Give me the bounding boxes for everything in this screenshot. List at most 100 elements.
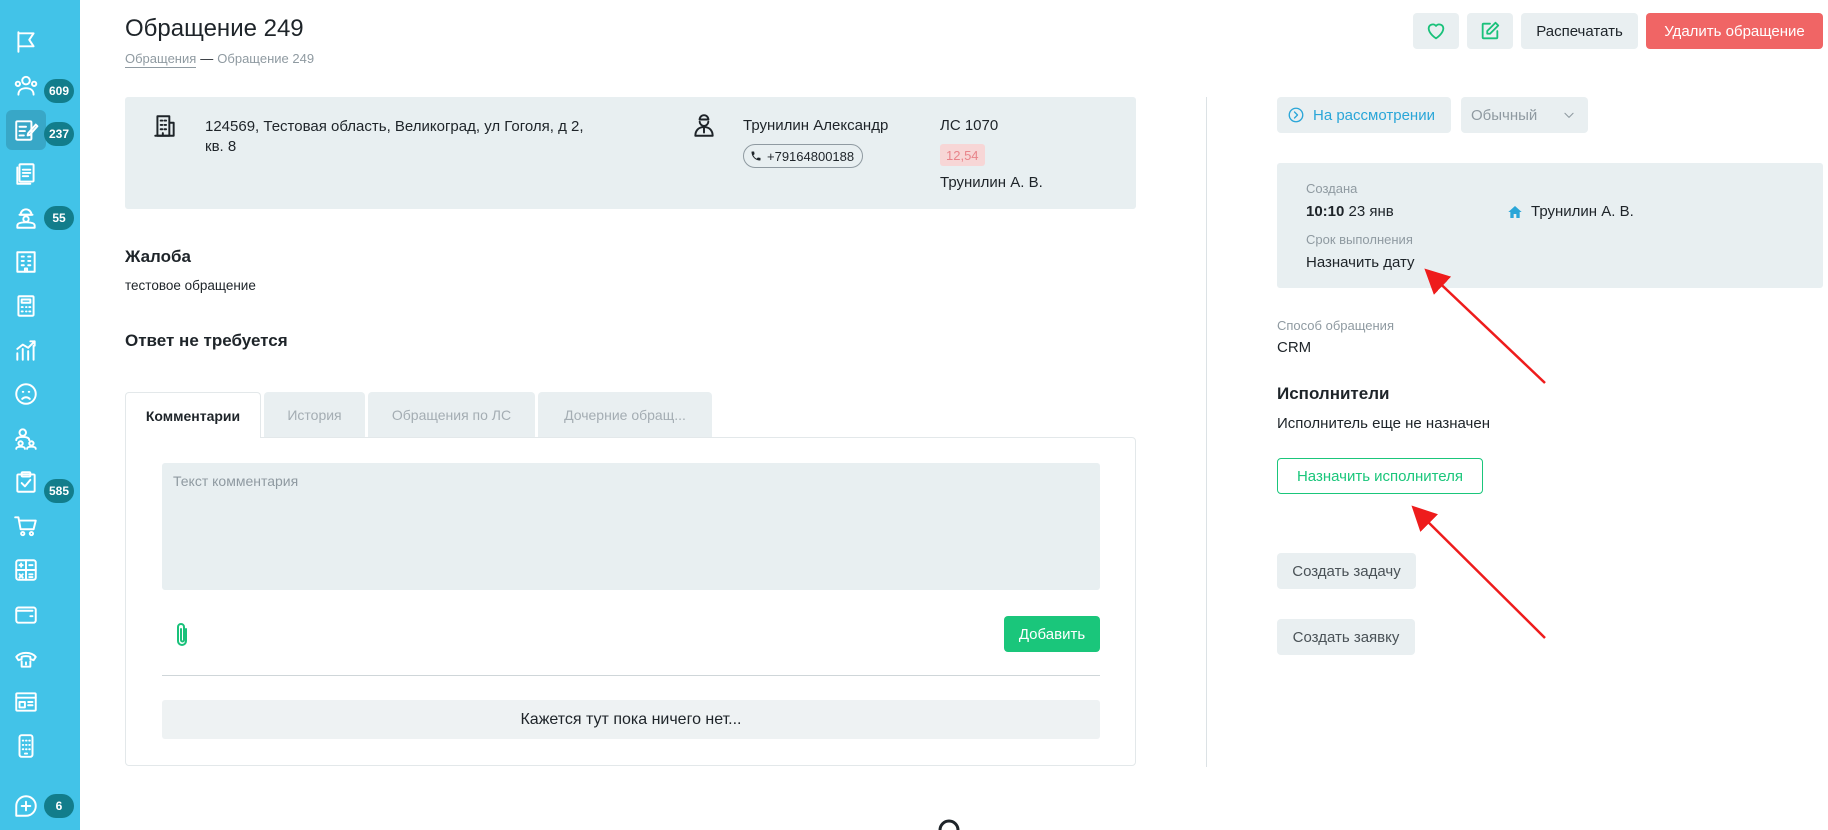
channel-value: CRM xyxy=(1277,339,1312,356)
address-text: 124569, Тестовая область, Великоград, ул… xyxy=(205,118,584,155)
favorite-button[interactable] xyxy=(1413,13,1459,49)
phone-icon xyxy=(751,151,761,161)
status-dropdown[interactable]: На рассмотрении xyxy=(1277,97,1451,133)
request-text: тестовое обращение xyxy=(125,278,256,293)
channel-label: Способ обращения xyxy=(1277,318,1394,333)
loading-spinner-icon xyxy=(938,819,960,830)
comment-input[interactable] xyxy=(162,463,1100,590)
phone-icon xyxy=(15,651,37,668)
users-icon xyxy=(14,75,38,96)
created-datetime: 10:10 23 янв xyxy=(1306,203,1394,220)
edit-button[interactable] xyxy=(1467,13,1513,49)
nav-documents[interactable] xyxy=(6,154,46,194)
request-type-heading: Жалоба xyxy=(125,247,191,266)
cart-icon xyxy=(14,516,37,537)
tab-history[interactable]: История xyxy=(264,392,365,438)
phone-chip[interactable]: +79164800188 xyxy=(743,144,864,168)
column-divider xyxy=(1206,97,1207,767)
chat-add-icon xyxy=(15,795,37,817)
status-label: На рассмотрении xyxy=(1313,106,1435,124)
comments-empty-state: Кажется тут пока ничего нет... xyxy=(162,700,1100,739)
nav-workers[interactable] xyxy=(6,198,46,238)
executors-heading: Исполнители xyxy=(1277,384,1390,403)
dates-panel: Создана 10:10 23 янв Трунилин А. В. Срок… xyxy=(1277,163,1823,288)
breadcrumb-current: Обращение 249 xyxy=(217,51,315,66)
nav-complaints[interactable] xyxy=(6,374,46,414)
executors-empty: Исполнитель еще не назначен xyxy=(1277,415,1491,432)
nav-tasks[interactable] xyxy=(6,462,46,502)
home-icon xyxy=(1508,205,1522,218)
nav-shop[interactable] xyxy=(6,506,46,546)
chevron-down-icon xyxy=(1564,112,1574,118)
tab-child-requests[interactable]: Дочерние обращ... xyxy=(538,392,712,438)
nav-chat-badge: 6 xyxy=(44,794,74,818)
math-icon xyxy=(15,559,37,581)
account-number[interactable]: ЛС 1070 xyxy=(940,117,998,134)
nav-mobile[interactable] xyxy=(6,726,46,766)
nav-users[interactable] xyxy=(6,66,46,106)
assign-executor-button[interactable]: Назначить исполнителя xyxy=(1277,458,1483,494)
nav-users-badge: 609 xyxy=(44,79,74,103)
worker-icon xyxy=(16,208,36,229)
edit-icon xyxy=(1481,21,1500,40)
set-deadline-link[interactable]: Назначить дату xyxy=(1306,254,1415,271)
nav-requests[interactable] xyxy=(6,110,46,150)
tab-account-requests[interactable]: Обращения по ЛС xyxy=(368,392,535,438)
author: Трунилин А. В. xyxy=(1507,203,1634,220)
print-button[interactable]: Распечатать xyxy=(1521,13,1638,49)
create-application-button[interactable]: Создать заявку xyxy=(1277,619,1415,655)
nav-payments[interactable] xyxy=(6,594,46,634)
sidebar: 609 237 55 585 6 xyxy=(0,0,80,830)
nav-calculator[interactable] xyxy=(6,286,46,326)
created-label: Создана xyxy=(1306,181,1358,196)
nav-dashboard[interactable] xyxy=(6,682,46,722)
documents-icon xyxy=(16,163,35,185)
comments-panel: Добавить Кажется тут пока ничего нет... xyxy=(125,437,1136,766)
nav-team[interactable] xyxy=(6,418,46,458)
nav-chat[interactable] xyxy=(6,786,46,826)
chart-icon xyxy=(16,340,36,361)
priority-select[interactable]: Обычный xyxy=(1461,97,1588,133)
nav-analytics[interactable] xyxy=(6,330,46,370)
create-task-button[interactable]: Создать задачу xyxy=(1277,553,1416,589)
nav-tasks-badge: 585 xyxy=(44,479,74,503)
page-title: Обращение 249 xyxy=(125,15,304,42)
delete-request-button[interactable]: Удалить обращение xyxy=(1646,13,1823,49)
created-time: 10:10 xyxy=(1306,203,1345,220)
calculator-icon xyxy=(17,295,35,317)
nav-flag[interactable] xyxy=(6,22,46,62)
breadcrumb: Обращения — Обращение 249 xyxy=(125,51,314,68)
address-info-panel: 124569, Тестовая область, Великоград, ул… xyxy=(125,97,1136,209)
building-icon xyxy=(16,251,36,273)
nav-workers-badge: 55 xyxy=(44,206,74,230)
paperclip-icon xyxy=(177,623,187,646)
nav-calls[interactable] xyxy=(6,638,46,678)
nav-buildings[interactable] xyxy=(6,242,46,282)
attach-file-button[interactable] xyxy=(170,621,194,649)
resident-name[interactable]: Трунилин Александр xyxy=(743,117,888,134)
nav-requests-badge: 237 xyxy=(44,122,74,146)
flag-icon xyxy=(17,31,35,53)
clipboard-check-icon xyxy=(16,471,36,493)
breadcrumb-link-requests[interactable]: Обращения xyxy=(125,51,197,68)
annotation-arrow-deadline xyxy=(1424,268,1546,384)
annotation-arrow-assign xyxy=(1411,505,1546,639)
person-icon xyxy=(691,113,717,144)
chevron-circle-icon xyxy=(1288,107,1304,123)
heart-icon xyxy=(1427,23,1445,40)
mobile-icon xyxy=(18,734,34,758)
priority-label: Обычный xyxy=(1471,106,1538,124)
sad-face-icon xyxy=(15,383,37,405)
nav-accounting[interactable] xyxy=(6,550,46,590)
team-icon xyxy=(15,428,37,450)
divider xyxy=(162,675,1100,676)
add-comment-button[interactable]: Добавить xyxy=(1004,616,1100,652)
phone-number: +79164800188 xyxy=(767,148,855,164)
tab-comments[interactable]: Комментарии xyxy=(125,392,261,438)
building-icon xyxy=(152,113,178,144)
deadline-label: Срок выполнения xyxy=(1306,232,1413,247)
balance-badge: 12,54 xyxy=(940,144,985,166)
author-name: Трунилин А. В. xyxy=(1531,203,1634,220)
account-owner: Трунилин А. В. xyxy=(940,174,1043,191)
dashboard-icon xyxy=(15,692,37,712)
